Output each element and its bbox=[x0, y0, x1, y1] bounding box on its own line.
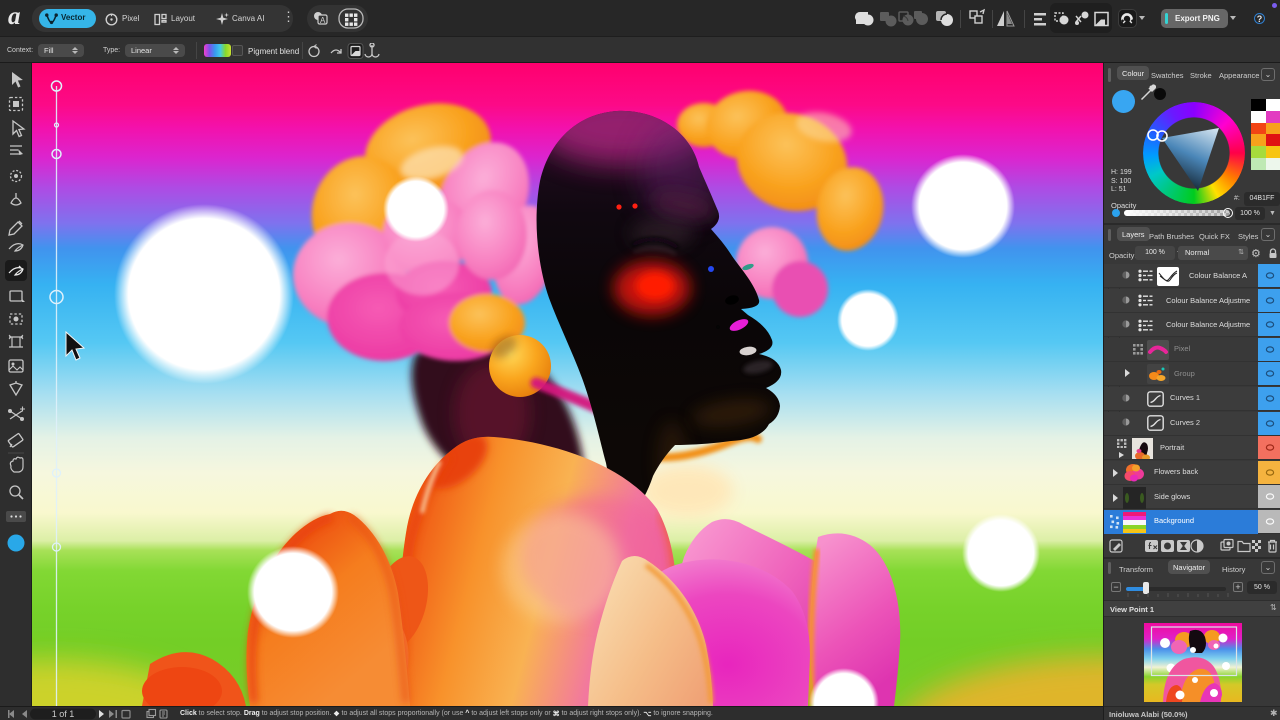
svg-text:A: A bbox=[320, 16, 326, 25]
svg-text:1 of 1: 1 of 1 bbox=[52, 709, 75, 719]
